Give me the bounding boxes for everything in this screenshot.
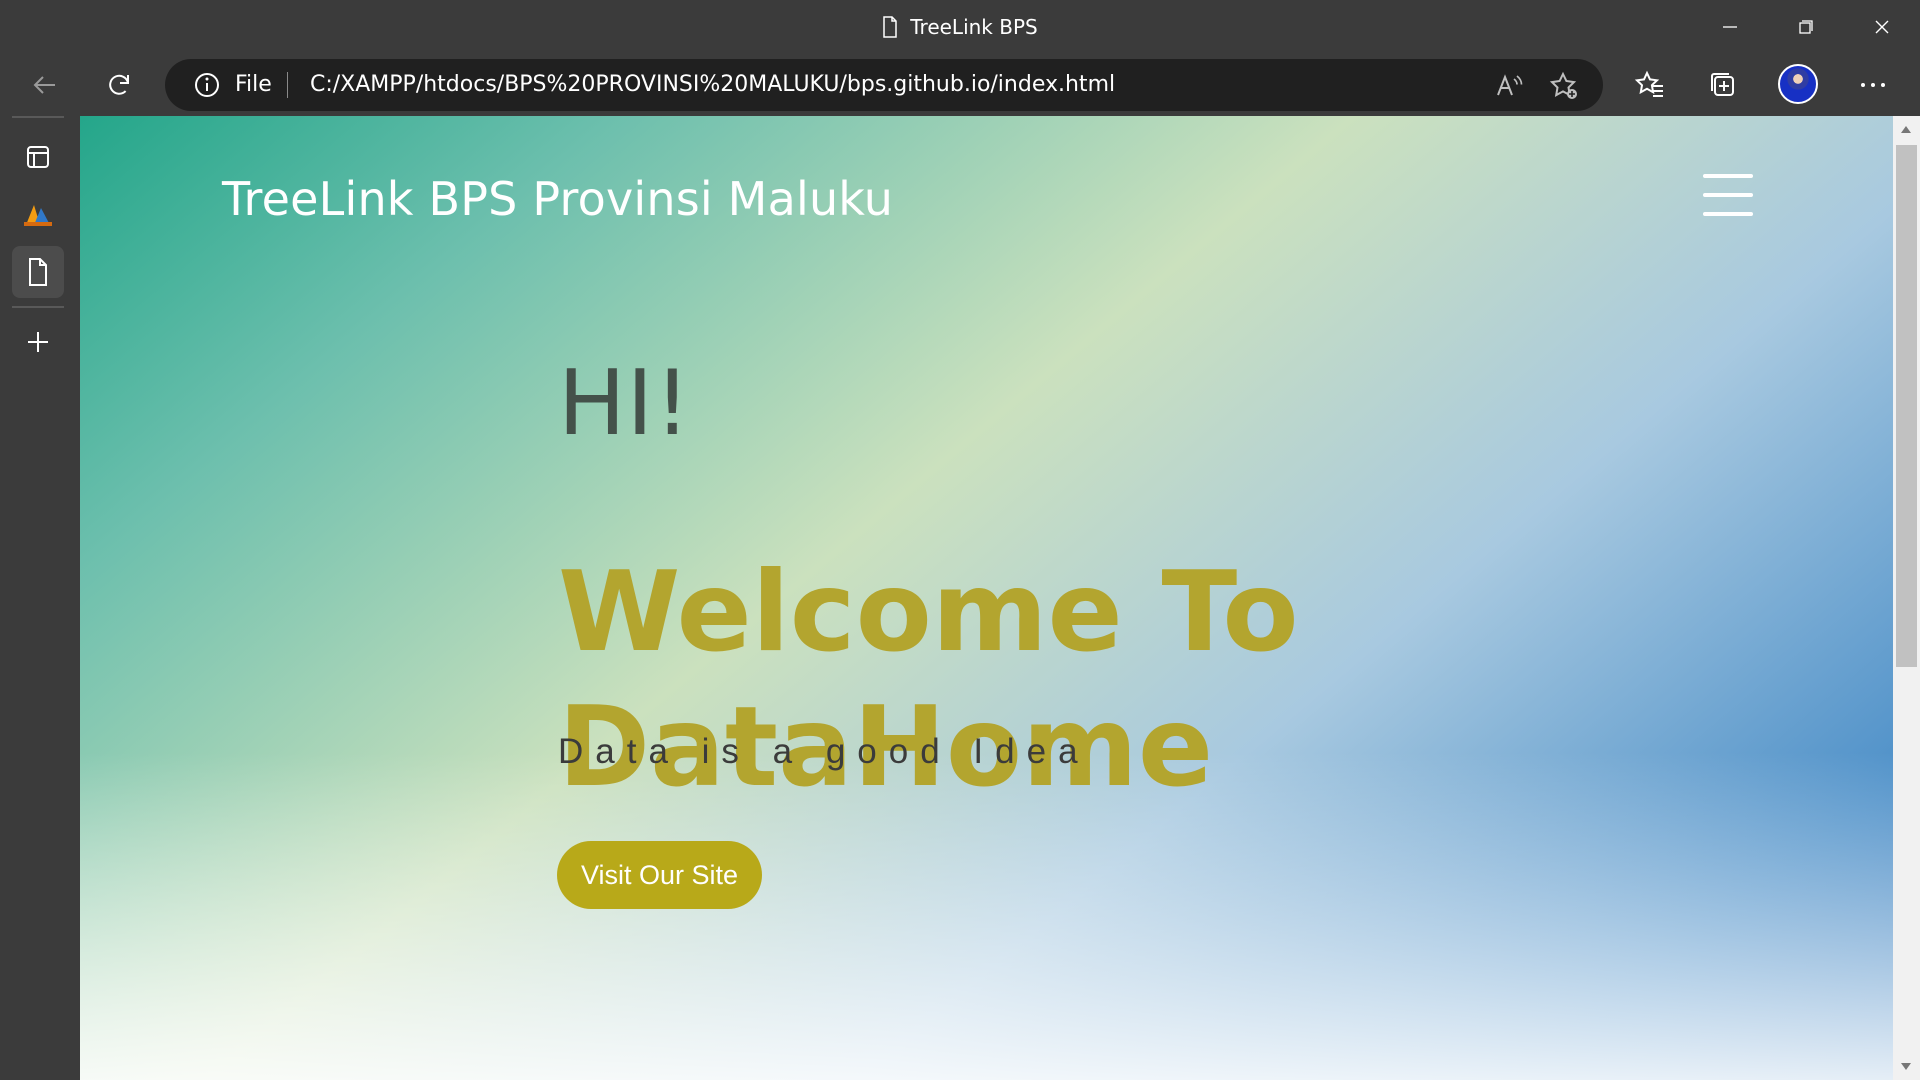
window-controls [1692, 0, 1920, 54]
address-divider [287, 72, 288, 98]
window-title-group: TreeLink BPS [0, 12, 1920, 42]
collections-button[interactable] [1699, 61, 1747, 109]
info-icon[interactable] [193, 71, 221, 99]
scrollbar-thumb[interactable] [1896, 145, 1917, 667]
close-button[interactable] [1844, 0, 1920, 54]
close-icon [1875, 20, 1889, 34]
new-tab-button[interactable] [12, 316, 64, 368]
vertical-scrollbar[interactable] [1893, 116, 1920, 1080]
hero-subtitle: Data is a good Idea [558, 732, 1090, 771]
active-page-tab[interactable] [12, 246, 64, 298]
favorites-button[interactable] [1626, 61, 1674, 109]
address-url[interactable]: C:/XAMPP/htdocs/BPS%20PROVINSI%20MALUKU/… [310, 70, 1115, 100]
scroll-down-arrow-icon[interactable] [1901, 1063, 1911, 1070]
more-icon [1861, 83, 1885, 87]
address-scheme-label: File [235, 72, 272, 97]
visit-site-button[interactable]: Visit Our Site [557, 841, 762, 909]
favorites-icon [1634, 70, 1663, 97]
hamburger-menu-icon[interactable] [1703, 174, 1753, 216]
title-bar: TreeLink BPS [0, 0, 1920, 54]
read-aloud-icon [1497, 74, 1523, 96]
tab-actions-icon [27, 146, 49, 168]
profile-icon[interactable] [1778, 64, 1818, 104]
minimize-icon [1723, 26, 1737, 28]
tab-actions-button[interactable] [12, 131, 64, 183]
window-title: TreeLink BPS [910, 15, 1038, 39]
browser-toolbar: File C:/XAMPP/htdocs/BPS%20PROVINSI%20MA… [0, 54, 1920, 116]
collections-icon [1711, 73, 1734, 96]
restore-button[interactable] [1768, 0, 1844, 54]
reload-icon [109, 74, 129, 95]
hero-heading: Welcome To DataHome [558, 548, 1299, 813]
web-page-viewport: TreeLink BPS Provinsi Maluku HI! Welcome… [80, 116, 1893, 1080]
address-bar[interactable]: File C:/XAMPP/htdocs/BPS%20PROVINSI%20MA… [165, 59, 1603, 111]
minimize-button[interactable] [1692, 0, 1768, 54]
add-favorite-button[interactable] [1548, 70, 1580, 102]
vertical-tab-strip [0, 116, 80, 1080]
site-tab[interactable] [12, 188, 64, 240]
hero-greeting: HI! [558, 351, 692, 456]
site-favicon-icon [24, 205, 52, 226]
scroll-up-arrow-icon[interactable] [1901, 126, 1911, 133]
back-arrow-icon [33, 76, 55, 94]
document-tab-icon [29, 258, 47, 286]
menu-line-bottom [1703, 212, 1753, 216]
reload-button[interactable] [95, 61, 143, 109]
add-favorite-icon [1549, 71, 1577, 99]
document-icon [883, 16, 898, 38]
more-button[interactable] [1849, 61, 1897, 109]
plus-icon [28, 332, 48, 352]
read-aloud-button[interactable] [1492, 70, 1524, 102]
restore-icon [1799, 20, 1813, 34]
menu-line-middle [1703, 193, 1753, 197]
tab-strip-top-divider [12, 116, 64, 118]
browser-window: TreeLink BPS File C:/XAMPP/htdocs/BPS%20… [0, 0, 1920, 1080]
site-brand[interactable]: TreeLink BPS Provinsi Maluku [222, 172, 893, 226]
menu-line-top [1703, 174, 1753, 178]
tab-strip-divider [12, 306, 64, 308]
back-button[interactable] [21, 61, 69, 109]
